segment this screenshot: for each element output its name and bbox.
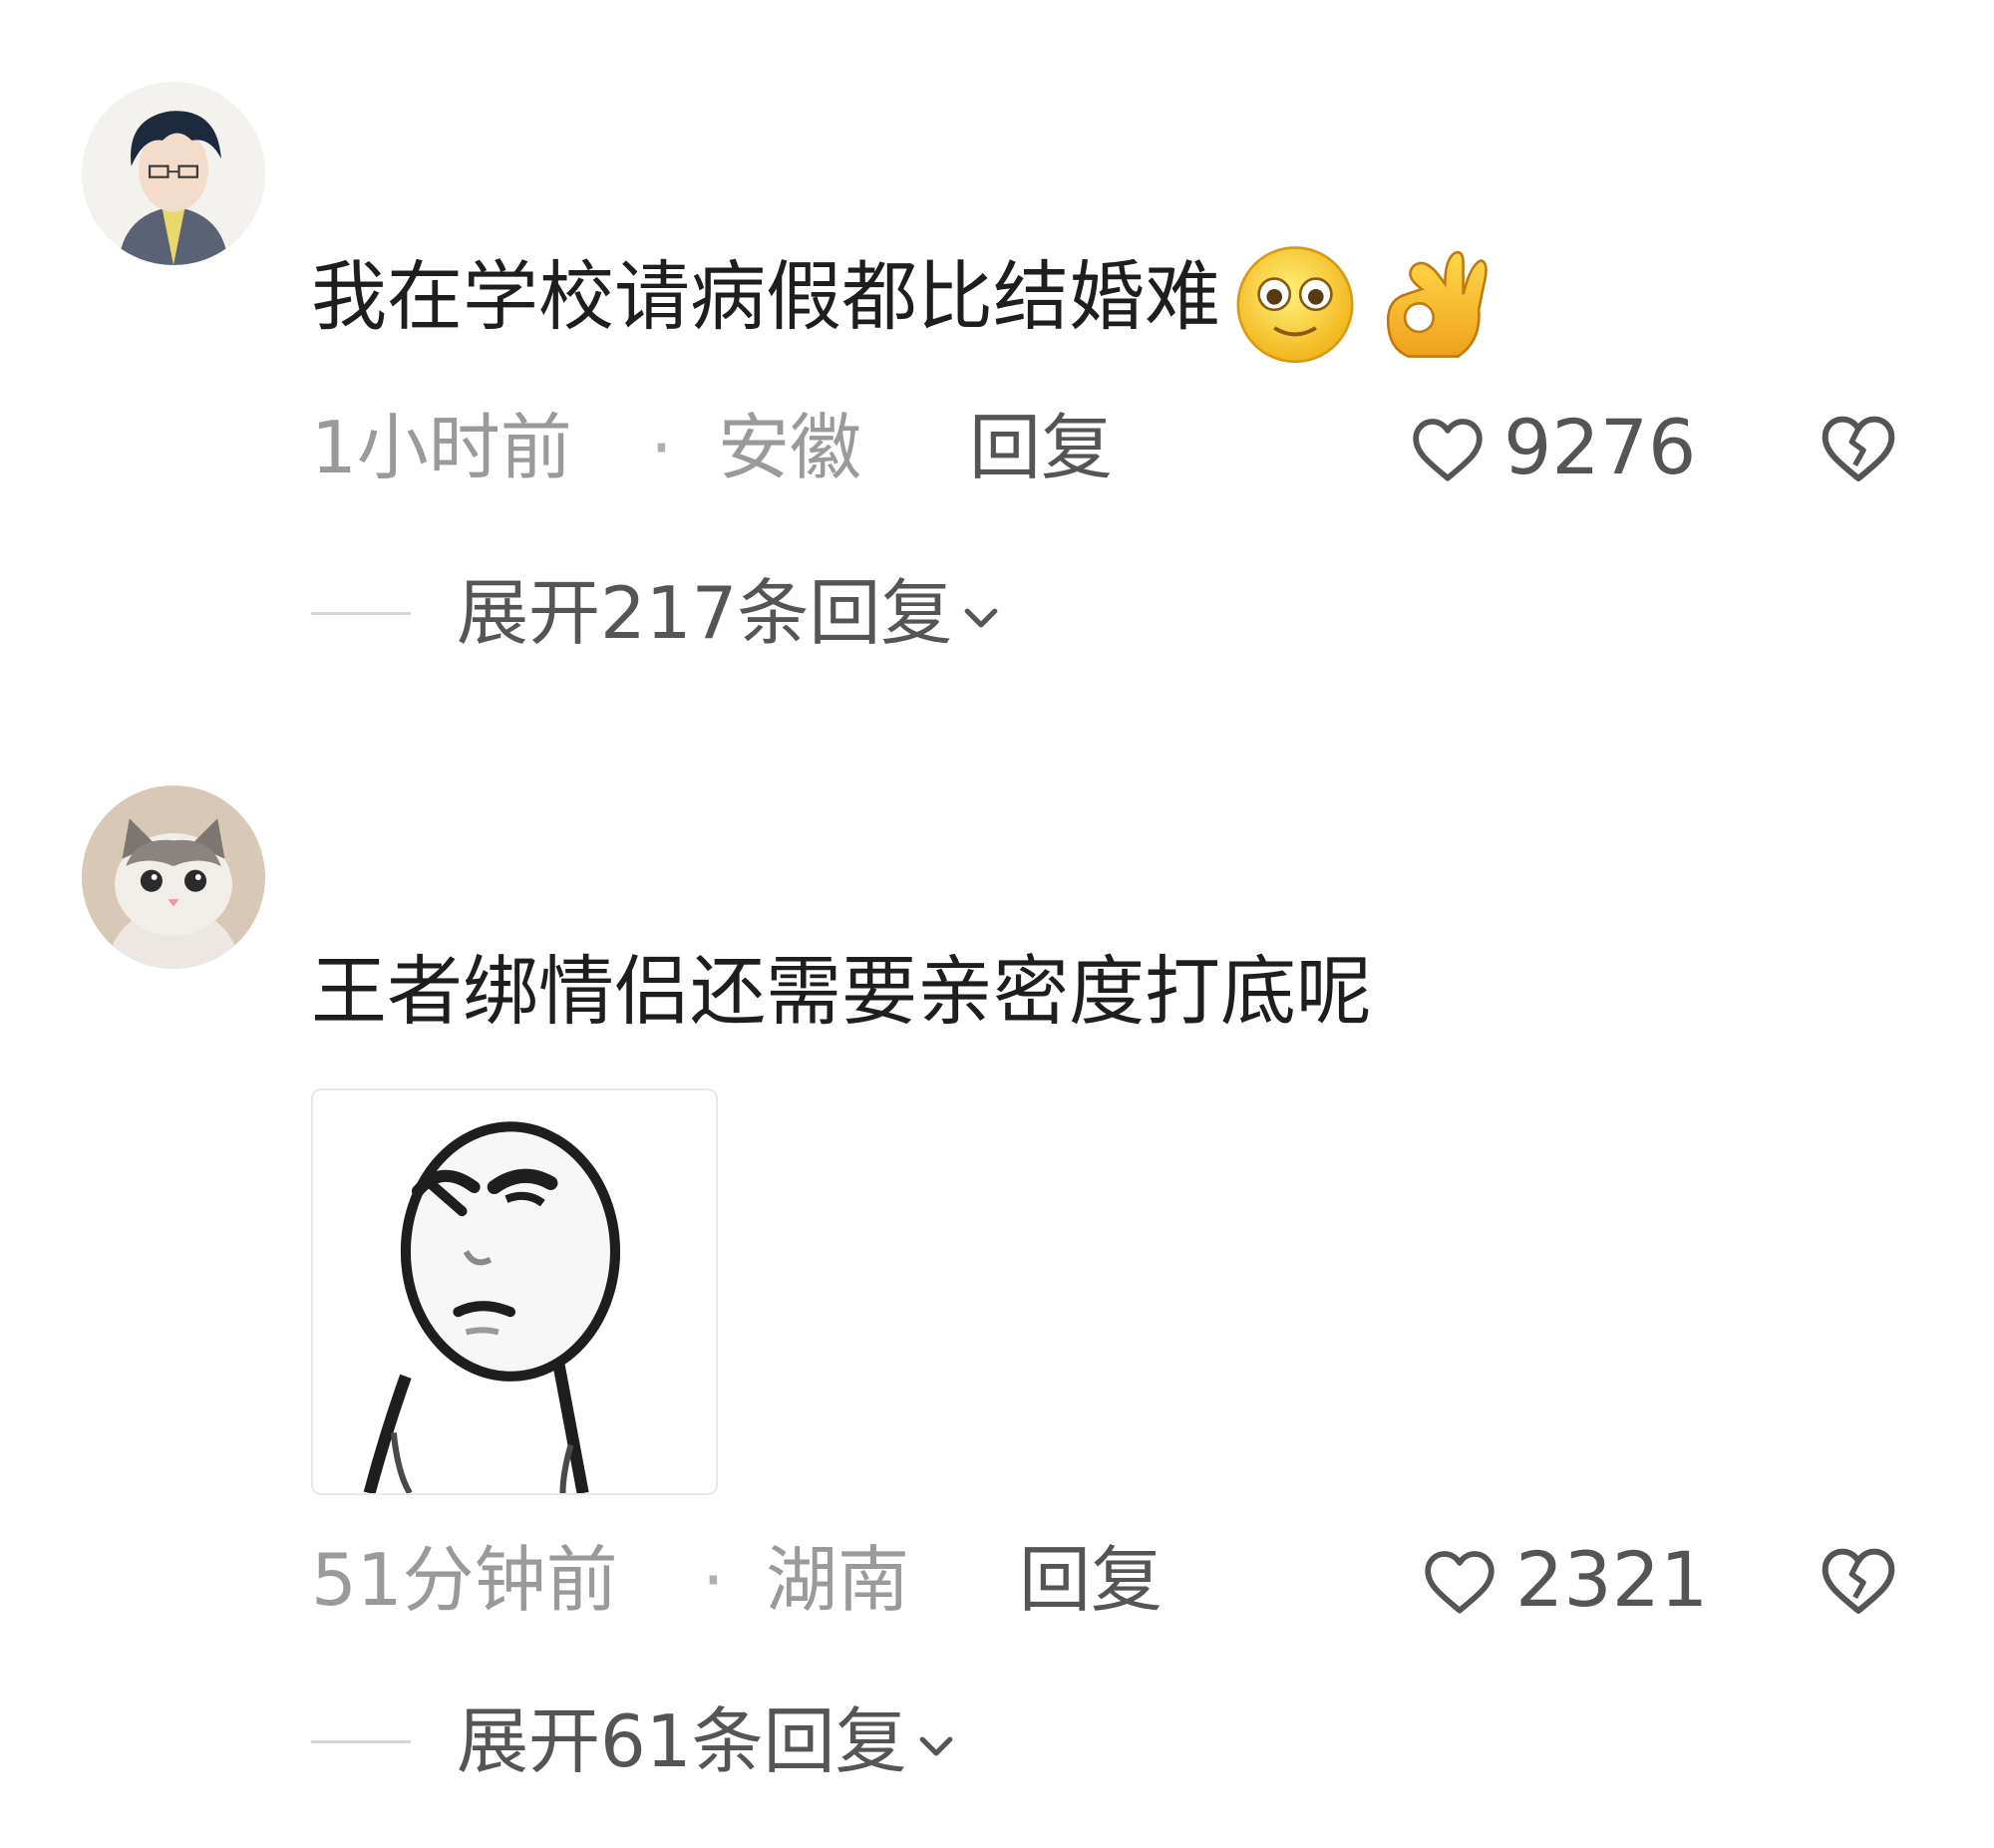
comment-location: 安徽 (718, 406, 862, 489)
dislike-button[interactable] (1819, 1543, 1898, 1619)
like-count: 2321 (1515, 1535, 1709, 1624)
comment-meta: 1小时前 · 安徽 回复 9276 (311, 403, 1904, 492)
expand-divider (311, 612, 411, 615)
comment-time: 51分钟前 (311, 1538, 618, 1622)
thinking-face-meme-icon (313, 1090, 716, 1493)
chevron-down-icon (958, 595, 1004, 641)
smile-face-emoji-icon (1230, 237, 1360, 367)
anime-boy-avatar-icon (82, 82, 265, 265)
heart-icon (1425, 1551, 1495, 1614)
comment-text: 王者绑情侣还需要亲密度打底呢 (311, 947, 1372, 1037)
meta-separator: · (702, 1538, 725, 1622)
comment-body: 王者绑情侣还需要亲密度打底呢 (311, 947, 1372, 1036)
cat-avatar-icon (82, 785, 265, 969)
heart-icon (1413, 419, 1483, 481)
broken-heart-icon (1822, 416, 1895, 481)
expand-replies-label: 展开217条回复 (457, 568, 1004, 658)
reply-button[interactable]: 回复 (969, 403, 1113, 492)
comment-item: 我在学校请病假都比结婚难 1小时前 · 安徽 回复 9276 展开217条回复 (0, 0, 1994, 718)
ok-hand-emoji-icon (1370, 237, 1499, 367)
comment-item: 王者绑情侣还需要亲密度打底呢 51分钟前 · 湖南 回复 2321 展开61条回… (0, 758, 1994, 1848)
sticker-image[interactable] (311, 1088, 718, 1495)
reply-button[interactable]: 回复 (1019, 1535, 1163, 1625)
like-count: 9276 (1503, 403, 1697, 491)
comment-body: 我在学校请病假都比结婚难 (311, 252, 1220, 341)
chevron-down-icon (913, 1723, 959, 1769)
comment-text: 我在学校请病假都比结婚难 (311, 237, 1499, 367)
expand-divider (311, 1740, 411, 1743)
expand-replies-label: 展开61条回复 (457, 1696, 959, 1786)
comment-meta: 51分钟前 · 湖南 回复 2321 (311, 1535, 1904, 1625)
comment-time: 1小时前 (311, 406, 572, 489)
comment-location: 湖南 (766, 1538, 910, 1622)
dislike-button[interactable] (1819, 411, 1898, 486)
meta-separator: · (650, 406, 673, 489)
broken-heart-icon (1822, 1548, 1895, 1614)
user-avatar[interactable] (82, 82, 265, 265)
user-avatar[interactable] (82, 785, 265, 969)
